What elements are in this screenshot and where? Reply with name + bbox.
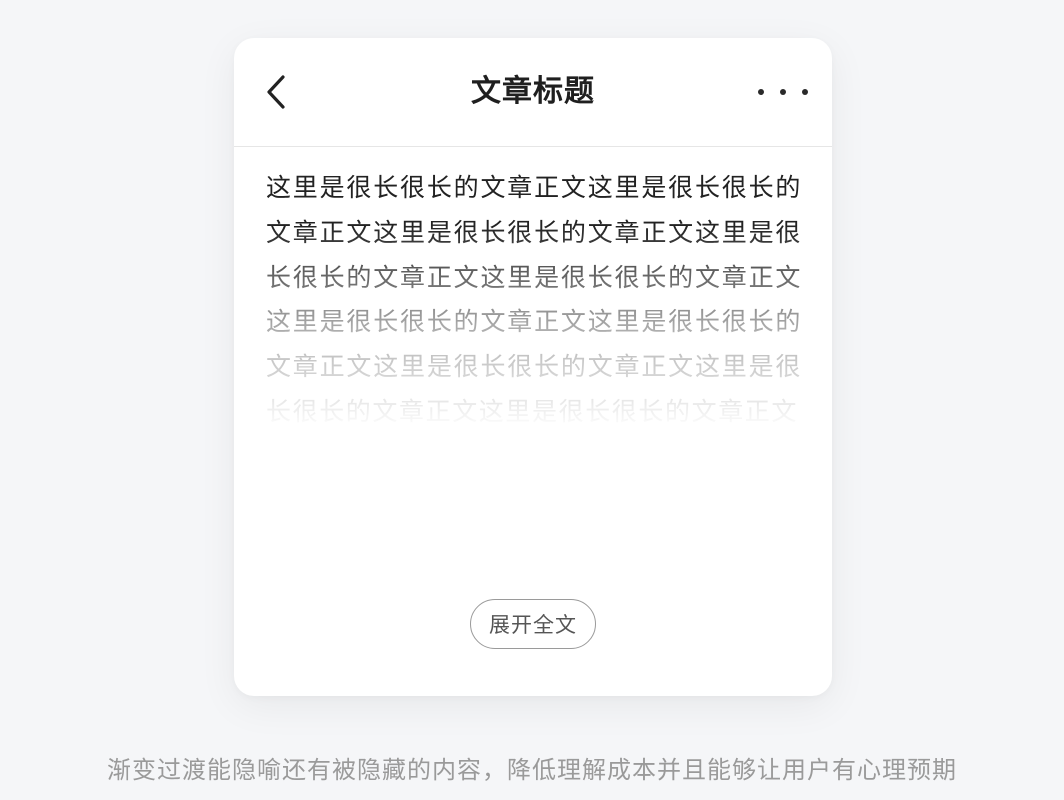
expand-full-text-button[interactable]: 展开全文 (470, 599, 596, 649)
article-card: 文章标题 这里是很长很长的文章正文这里是很长很长的文章正文这里是很长很长的文章正… (234, 38, 832, 696)
page-title: 文章标题 (471, 74, 595, 109)
navigation-bar: 文章标题 (234, 38, 832, 147)
article-content: 这里是很长很长的文章正文这里是很长很长的文章正文这里是很长很长的文章正文这里是很… (266, 166, 802, 566)
page: 文章标题 这里是很长很长的文章正文这里是很长很长的文章正文这里是很长很长的文章正… (0, 0, 1064, 800)
more-horizontal-icon (758, 89, 764, 95)
more-horizontal-icon-dot (780, 89, 786, 95)
caption-text: 渐变过渡能隐喻还有被隐藏的内容，降低理解成本并且能够让用户有心理预期 (107, 756, 957, 784)
more-button[interactable] (758, 72, 808, 112)
article-body-text: 这里是很长很长的文章正文这里是很长很长的文章正文这里是很长很长的文章正文这里是很… (266, 173, 802, 426)
more-horizontal-icon-dot (802, 89, 808, 95)
